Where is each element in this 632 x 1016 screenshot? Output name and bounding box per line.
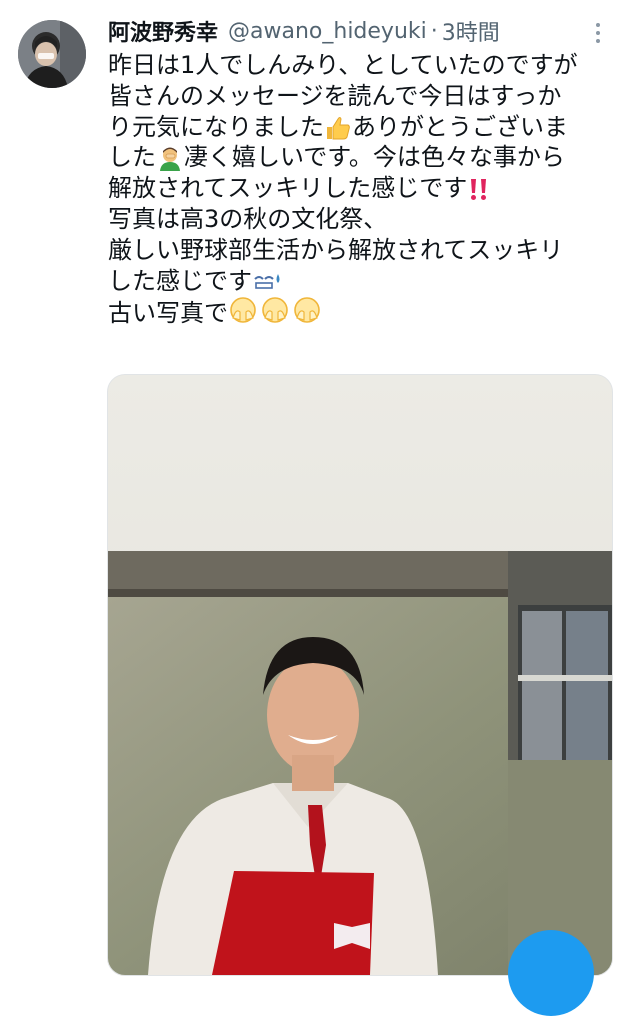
facepalm-icon-group [228, 296, 324, 332]
user-handle[interactable]: @awano_hideyuki [228, 19, 427, 44]
tweet-line: した感じです [108, 266, 614, 297]
tweet-photo[interactable] [107, 374, 613, 976]
separator-dot: · [430, 18, 438, 44]
tweet-line: 厳しい野球部生活から解放されてスッキリ [108, 235, 564, 264]
tweet-line: 昨日は1人でしんみり、としていたのですが [108, 51, 578, 79]
tweet-line: 解放されてスッキリした感じです [108, 173, 614, 204]
avatar[interactable] [18, 20, 86, 88]
tweet-header: 阿波野秀幸 @awano_hideyuki · 3時間 [108, 14, 500, 48]
tweet-line: 皆さんのメッセージを読んで今日はすっか [108, 81, 562, 110]
tweet-line: 古い写真で [108, 296, 614, 327]
tweet-line: り元気になりました ありがとうございま [108, 112, 568, 141]
facepalm-icon [230, 297, 320, 324]
man-facepalming-icon [160, 147, 180, 172]
display-name[interactable]: 阿波野秀幸 [108, 15, 218, 47]
tweet-line: 写真は高3の秋の文化祭、 [108, 204, 388, 233]
tweet-text: 昨日は1人でしんみり、としていたのですが 皆さんのメッセージを読んで今日はすっか… [108, 50, 614, 327]
photo-image [108, 375, 612, 975]
avatar-image [18, 20, 86, 88]
tweet-line: した 凄く嬉しいです。今は色々な事から [108, 143, 565, 172]
timestamp[interactable]: 3時間 [442, 15, 500, 47]
more-options-icon[interactable] [586, 18, 610, 48]
double-exclamation-icon [471, 179, 487, 201]
sweat-smile-icon [254, 273, 280, 289]
compose-tweet-button[interactable] [508, 930, 594, 1016]
thumbs-up-icon [327, 116, 350, 140]
